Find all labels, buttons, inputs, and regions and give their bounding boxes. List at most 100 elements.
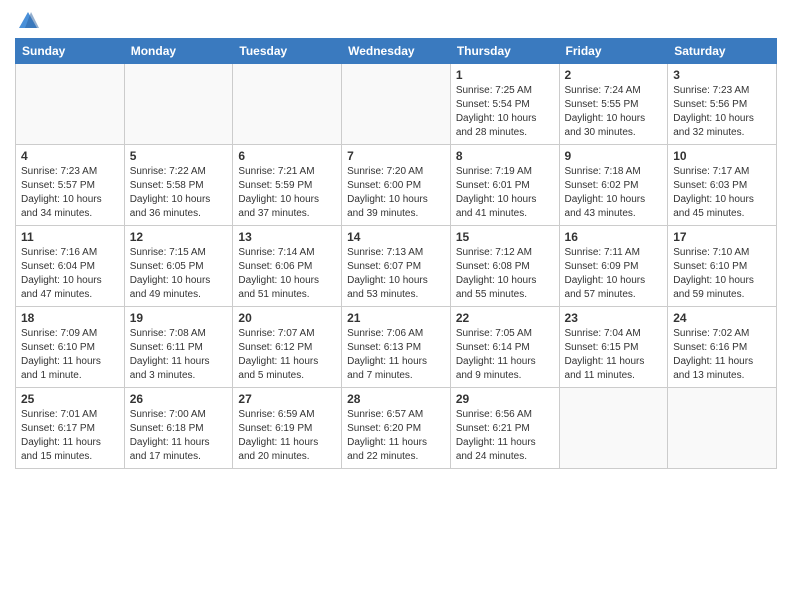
day-number: 6	[238, 149, 336, 163]
day-detail: Sunrise: 7:13 AMSunset: 6:07 PMDaylight:…	[347, 246, 445, 302]
calendar-cell: 23 Sunrise: 7:04 AMSunset: 6:15 PMDayligh…	[559, 307, 668, 388]
calendar-week-row: 11 Sunrise: 7:16 AMSunset: 6:04 PMDayligh…	[16, 226, 777, 307]
day-number: 12	[130, 230, 228, 244]
calendar-cell: 22 Sunrise: 7:05 AMSunset: 6:14 PMDayligh…	[450, 307, 559, 388]
weekday-header-wednesday: Wednesday	[342, 39, 451, 64]
day-number: 22	[456, 311, 554, 325]
weekday-header-monday: Monday	[124, 39, 233, 64]
page-container: SundayMondayTuesdayWednesdayThursdayFrid…	[0, 0, 792, 479]
day-number: 26	[130, 392, 228, 406]
day-number: 7	[347, 149, 445, 163]
day-detail: Sunrise: 7:04 AMSunset: 6:15 PMDaylight:…	[565, 327, 663, 383]
calendar-cell: 1Sunrise: 7:25 AMSunset: 5:54 PMDaylight…	[450, 64, 559, 145]
day-number: 8	[456, 149, 554, 163]
day-detail: Sunrise: 7:23 AMSunset: 5:57 PMDaylight:…	[21, 165, 119, 221]
calendar-cell: 12 Sunrise: 7:15 AMSunset: 6:05 PMDayligh…	[124, 226, 233, 307]
day-detail: Sunrise: 7:07 AMSunset: 6:12 PMDaylight:…	[238, 327, 336, 383]
day-number: 2	[565, 68, 663, 82]
calendar-cell: 29 Sunrise: 6:56 AMSunset: 6:21 PMDayligh…	[450, 388, 559, 469]
calendar-cell	[16, 64, 125, 145]
day-number: 10	[673, 149, 771, 163]
day-detail: Sunrise: 7:17 AMSunset: 6:03 PMDaylight:…	[673, 165, 771, 221]
calendar-cell: 5 Sunrise: 7:22 AMSunset: 5:58 PMDaylight…	[124, 145, 233, 226]
day-detail: Sunrise: 7:10 AMSunset: 6:10 PMDaylight:…	[673, 246, 771, 302]
day-detail: Sunrise: 7:25 AMSunset: 5:54 PMDaylight:…	[456, 84, 554, 140]
calendar-week-row: 18 Sunrise: 7:09 AMSunset: 6:10 PMDayligh…	[16, 307, 777, 388]
calendar-cell: 15 Sunrise: 7:12 AMSunset: 6:08 PMDayligh…	[450, 226, 559, 307]
day-detail: Sunrise: 7:16 AMSunset: 6:04 PMDaylight:…	[21, 246, 119, 302]
day-number: 3	[673, 68, 771, 82]
calendar-table: SundayMondayTuesdayWednesdayThursdayFrid…	[15, 38, 777, 469]
day-number: 14	[347, 230, 445, 244]
day-detail: Sunrise: 6:59 AMSunset: 6:19 PMDaylight:…	[238, 408, 336, 464]
calendar-cell: 11 Sunrise: 7:16 AMSunset: 6:04 PMDayligh…	[16, 226, 125, 307]
day-number: 17	[673, 230, 771, 244]
calendar-cell: 25 Sunrise: 7:01 AMSunset: 6:17 PMDayligh…	[16, 388, 125, 469]
day-detail: Sunrise: 6:57 AMSunset: 6:20 PMDaylight:…	[347, 408, 445, 464]
calendar-week-row: 4 Sunrise: 7:23 AMSunset: 5:57 PMDaylight…	[16, 145, 777, 226]
day-number: 19	[130, 311, 228, 325]
day-number: 24	[673, 311, 771, 325]
day-number: 4	[21, 149, 119, 163]
calendar-cell	[668, 388, 777, 469]
day-detail: Sunrise: 7:12 AMSunset: 6:08 PMDaylight:…	[456, 246, 554, 302]
day-detail: Sunrise: 7:21 AMSunset: 5:59 PMDaylight:…	[238, 165, 336, 221]
calendar-cell	[342, 64, 451, 145]
calendar-week-row: 1Sunrise: 7:25 AMSunset: 5:54 PMDaylight…	[16, 64, 777, 145]
calendar-cell: 4 Sunrise: 7:23 AMSunset: 5:57 PMDaylight…	[16, 145, 125, 226]
day-detail: Sunrise: 7:01 AMSunset: 6:17 PMDaylight:…	[21, 408, 119, 464]
day-detail: Sunrise: 7:06 AMSunset: 6:13 PMDaylight:…	[347, 327, 445, 383]
calendar-cell: 20Sunrise: 7:07 AMSunset: 6:12 PMDayligh…	[233, 307, 342, 388]
calendar-cell	[559, 388, 668, 469]
day-number: 25	[21, 392, 119, 406]
calendar-cell: 13Sunrise: 7:14 AMSunset: 6:06 PMDayligh…	[233, 226, 342, 307]
day-number: 5	[130, 149, 228, 163]
day-detail: Sunrise: 7:09 AMSunset: 6:10 PMDaylight:…	[21, 327, 119, 383]
calendar-cell: 28 Sunrise: 6:57 AMSunset: 6:20 PMDayligh…	[342, 388, 451, 469]
logo-icon	[17, 10, 39, 32]
day-detail: Sunrise: 7:11 AMSunset: 6:09 PMDaylight:…	[565, 246, 663, 302]
calendar-cell: 3Sunrise: 7:23 AMSunset: 5:56 PMDaylight…	[668, 64, 777, 145]
day-detail: Sunrise: 7:05 AMSunset: 6:14 PMDaylight:…	[456, 327, 554, 383]
calendar-cell: 24 Sunrise: 7:02 AMSunset: 6:16 PMDayligh…	[668, 307, 777, 388]
header	[15, 10, 777, 32]
calendar-cell: 19 Sunrise: 7:08 AMSunset: 6:11 PMDayligh…	[124, 307, 233, 388]
calendar-cell	[124, 64, 233, 145]
day-detail: Sunrise: 7:19 AMSunset: 6:01 PMDaylight:…	[456, 165, 554, 221]
day-detail: Sunrise: 7:18 AMSunset: 6:02 PMDaylight:…	[565, 165, 663, 221]
weekday-header-friday: Friday	[559, 39, 668, 64]
calendar-cell: 6 Sunrise: 7:21 AMSunset: 5:59 PMDaylight…	[233, 145, 342, 226]
day-number: 28	[347, 392, 445, 406]
day-number: 18	[21, 311, 119, 325]
day-detail: Sunrise: 6:56 AMSunset: 6:21 PMDaylight:…	[456, 408, 554, 464]
weekday-header-sunday: Sunday	[16, 39, 125, 64]
logo	[15, 10, 39, 32]
day-number: 23	[565, 311, 663, 325]
day-number: 16	[565, 230, 663, 244]
weekday-header-saturday: Saturday	[668, 39, 777, 64]
weekday-header-thursday: Thursday	[450, 39, 559, 64]
calendar-cell: 10 Sunrise: 7:17 AMSunset: 6:03 PMDayligh…	[668, 145, 777, 226]
day-number: 13	[238, 230, 336, 244]
day-number: 15	[456, 230, 554, 244]
calendar-cell: 8 Sunrise: 7:19 AMSunset: 6:01 PMDaylight…	[450, 145, 559, 226]
day-number: 11	[21, 230, 119, 244]
day-number: 9	[565, 149, 663, 163]
day-number: 29	[456, 392, 554, 406]
calendar-cell: 17 Sunrise: 7:10 AMSunset: 6:10 PMDayligh…	[668, 226, 777, 307]
calendar-cell: 18 Sunrise: 7:09 AMSunset: 6:10 PMDayligh…	[16, 307, 125, 388]
day-detail: Sunrise: 7:15 AMSunset: 6:05 PMDaylight:…	[130, 246, 228, 302]
day-number: 27	[238, 392, 336, 406]
day-detail: Sunrise: 7:00 AMSunset: 6:18 PMDaylight:…	[130, 408, 228, 464]
day-number: 21	[347, 311, 445, 325]
day-detail: Sunrise: 7:08 AMSunset: 6:11 PMDaylight:…	[130, 327, 228, 383]
calendar-cell: 7 Sunrise: 7:20 AMSunset: 6:00 PMDaylight…	[342, 145, 451, 226]
calendar-cell: 16 Sunrise: 7:11 AMSunset: 6:09 PMDayligh…	[559, 226, 668, 307]
day-detail: Sunrise: 7:02 AMSunset: 6:16 PMDaylight:…	[673, 327, 771, 383]
calendar-cell: 21 Sunrise: 7:06 AMSunset: 6:13 PMDayligh…	[342, 307, 451, 388]
calendar-cell: 27 Sunrise: 6:59 AMSunset: 6:19 PMDayligh…	[233, 388, 342, 469]
day-detail: Sunrise: 7:20 AMSunset: 6:00 PMDaylight:…	[347, 165, 445, 221]
calendar-cell: 2Sunrise: 7:24 AMSunset: 5:55 PMDaylight…	[559, 64, 668, 145]
day-detail: Sunrise: 7:22 AMSunset: 5:58 PMDaylight:…	[130, 165, 228, 221]
calendar-cell: 26 Sunrise: 7:00 AMSunset: 6:18 PMDayligh…	[124, 388, 233, 469]
